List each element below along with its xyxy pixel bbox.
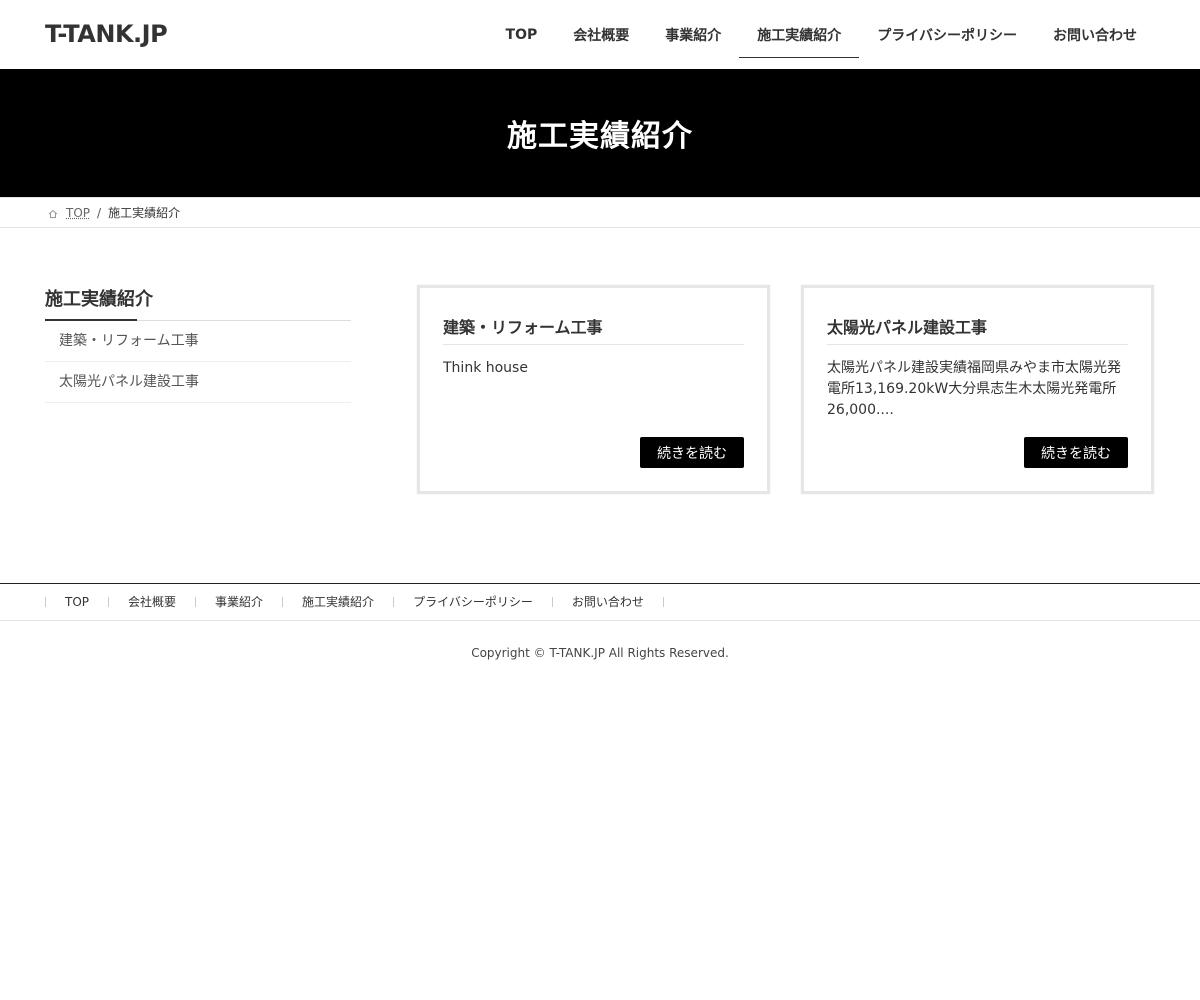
page-title: 施工実績紹介 xyxy=(507,119,693,154)
footer-nav: TOP 会社概要 事業紹介 施工実績紹介 プライバシーポリシー お問い合わせ xyxy=(0,583,1200,621)
post-card: 太陽光パネル建設工事 太陽光パネル建設実績福岡県みやま市太陽光発電所13,169… xyxy=(801,285,1154,494)
post-card-title[interactable]: 建築・リフォーム工事 xyxy=(443,314,744,345)
post-card: 建築・リフォーム工事 Think house 続きを読む xyxy=(417,285,770,494)
footer-nav-top[interactable]: TOP xyxy=(45,596,108,608)
site-header: T-TANK.JP TOP 会社概要 事業紹介 施工実績紹介 プライバシーポリシ… xyxy=(0,0,1200,69)
sidebar-title: 施工実績紹介 xyxy=(45,285,351,321)
sidebar: 施工実績紹介 建築・リフォーム工事 太陽光パネル建設工事 xyxy=(45,285,351,403)
read-more-button[interactable]: 続きを読む xyxy=(640,437,744,468)
breadcrumb: TOP / 施工実績紹介 xyxy=(0,197,1200,228)
footer-nav-business[interactable]: 事業紹介 xyxy=(195,596,282,608)
sidebar-item-solar[interactable]: 太陽光パネル建設工事 xyxy=(45,362,351,403)
footer-nav-contact[interactable]: お問い合わせ xyxy=(551,596,664,608)
copyright: Copyright © T-TANK.JP All Rights Reserve… xyxy=(471,646,729,660)
read-more-button[interactable]: 続きを読む xyxy=(1024,437,1128,468)
footer-nav-privacy[interactable]: プライバシーポリシー xyxy=(393,596,552,608)
post-card-title[interactable]: 太陽光パネル建設工事 xyxy=(827,314,1128,345)
global-nav: TOP 会社概要 事業紹介 施工実績紹介 プライバシーポリシー お問い合わせ xyxy=(488,0,1155,69)
nav-item-top[interactable]: TOP xyxy=(488,0,556,69)
footer-nav-works[interactable]: 施工実績紹介 xyxy=(282,596,393,608)
post-card-excerpt: 太陽光パネル建設実績福岡県みやま市太陽光発電所13,169.20kW大分県志生木… xyxy=(827,360,1121,418)
site-logo[interactable]: T-TANK.JP xyxy=(45,20,168,48)
nav-item-business[interactable]: 事業紹介 xyxy=(647,0,739,69)
breadcrumb-home-link[interactable]: TOP xyxy=(66,206,90,220)
footer-nav-company[interactable]: 会社概要 xyxy=(108,596,195,608)
post-card-excerpt: Think house xyxy=(443,360,528,376)
breadcrumb-current: 施工実績紹介 xyxy=(108,206,181,220)
nav-item-contact[interactable]: お問い合わせ xyxy=(1035,0,1155,69)
home-icon xyxy=(48,208,58,218)
nav-item-works[interactable]: 施工実績紹介 xyxy=(739,0,860,69)
nav-item-company[interactable]: 会社概要 xyxy=(555,0,647,69)
page-header: 施工実績紹介 xyxy=(0,69,1200,197)
breadcrumb-separator: / xyxy=(97,205,102,220)
nav-item-privacy[interactable]: プライバシーポリシー xyxy=(859,0,1035,69)
sidebar-item-renovation[interactable]: 建築・リフォーム工事 xyxy=(45,321,351,362)
